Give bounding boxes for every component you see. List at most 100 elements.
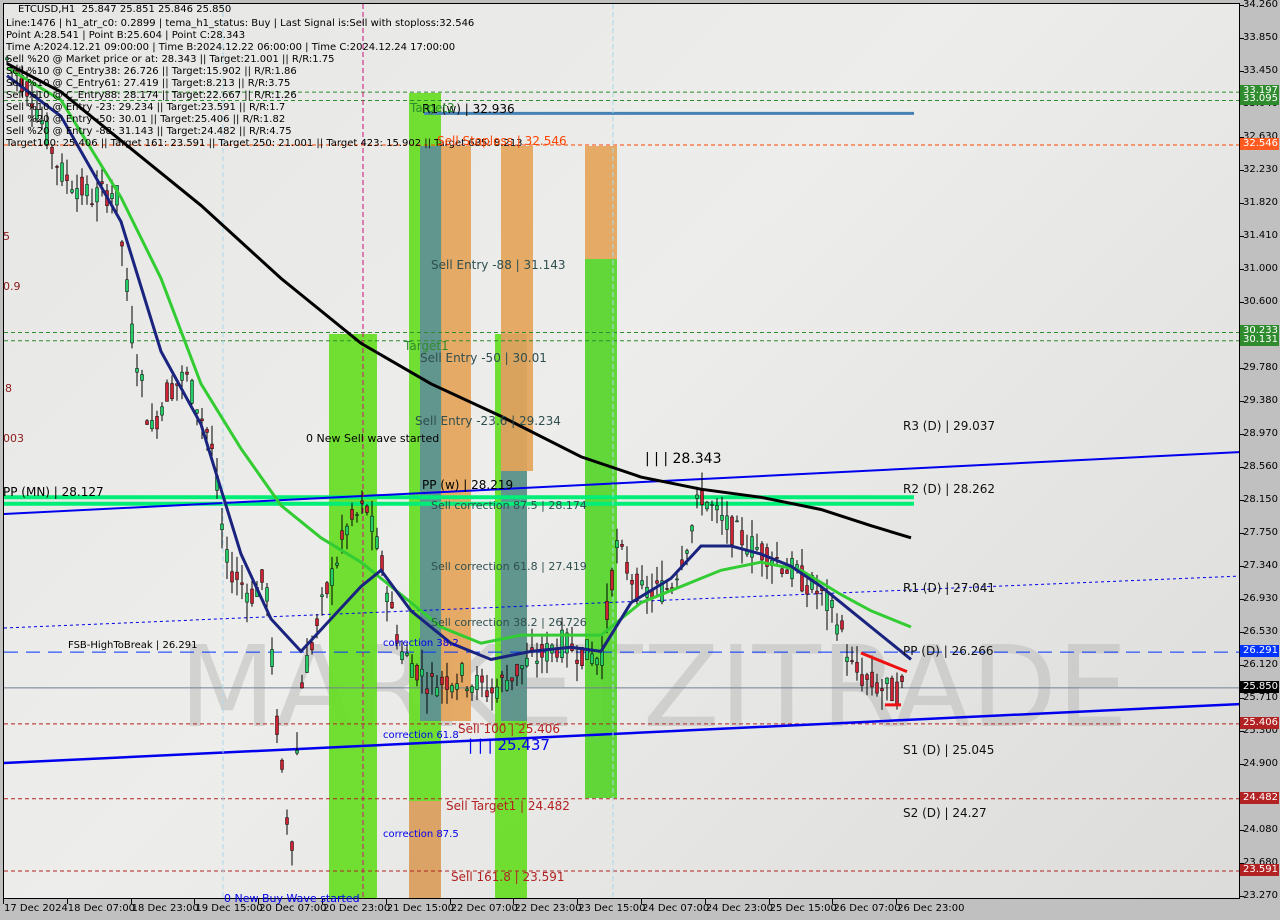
- candle-bull: [845, 656, 849, 662]
- signal-zone-bar: [585, 259, 617, 798]
- candle-bull: [410, 663, 414, 678]
- candle-bull: [475, 675, 479, 690]
- candle-bull: [220, 523, 224, 531]
- candle-bear: [780, 568, 784, 574]
- candle-bull: [460, 663, 464, 676]
- candle-bull: [505, 679, 509, 691]
- time-tick-label: 18 Dec 07:00: [67, 903, 136, 914]
- time-tick-label: 24 Dec 07:00: [642, 903, 710, 914]
- candle-bear: [630, 580, 634, 585]
- candle-bear: [365, 505, 369, 513]
- time-tick-label: 22 Dec 23:00: [514, 903, 582, 914]
- candle-bull: [400, 651, 404, 660]
- correction-61-label: correction 61.8: [383, 730, 459, 741]
- candle-bull: [750, 536, 754, 558]
- candle-bull: [755, 547, 759, 550]
- candle-bear: [235, 571, 239, 580]
- price-tick-label: 25.710: [1243, 692, 1278, 704]
- candle-bear: [625, 562, 629, 574]
- candle-bear: [445, 676, 449, 690]
- time-tick-label: 24 Dec 23:00: [705, 903, 774, 914]
- sell-stoploss-label: Sell Stoploss | 32.546: [437, 133, 567, 148]
- price-badge: 32.546: [1240, 137, 1279, 150]
- candle-bear: [775, 557, 779, 559]
- candle-bear: [430, 673, 434, 677]
- candle-bull: [305, 655, 309, 673]
- daily-pivot-label: R2 (D) | 28.262: [903, 482, 996, 497]
- candle-bear: [610, 570, 614, 591]
- candle-bull: [95, 187, 99, 203]
- time-tick-label: 25 Dec 15:00: [769, 903, 837, 914]
- price-tick-label: 26.530: [1243, 625, 1278, 637]
- new-sell-wave-label: 0 New Sell wave started: [306, 432, 440, 445]
- signal-zone-bar: [585, 146, 617, 259]
- price-tick-label: 28.150: [1243, 494, 1278, 506]
- candle-bear: [655, 580, 659, 584]
- price-tick-label: 24.900: [1243, 757, 1278, 769]
- price-tick-label: 24.080: [1243, 824, 1278, 836]
- candle-bull: [640, 580, 644, 586]
- signal-zone-bar: [409, 801, 441, 898]
- candle-bear: [485, 690, 489, 698]
- daily-pivot-label: S1 (D) | 25.045: [903, 743, 995, 758]
- candle-bear: [390, 602, 394, 609]
- candle-bull: [75, 188, 79, 200]
- candle-bear: [815, 590, 819, 595]
- sell-correction-87-label: Sell correction 87.5 | 28.174: [431, 499, 587, 512]
- candle-bull: [885, 677, 889, 684]
- time-tick-label: 23 Dec 15:00: [578, 903, 646, 914]
- time-tick-label: 26 Dec 07:00: [833, 903, 901, 914]
- candle-bear: [605, 601, 609, 620]
- candle-bear: [90, 203, 94, 205]
- candle-bull: [715, 505, 719, 511]
- candle-bull: [455, 683, 459, 690]
- candle-bull: [470, 686, 474, 693]
- point-b-label: | | | 25.437: [468, 736, 550, 754]
- price-tick-label: 31.410: [1243, 230, 1278, 242]
- signal-zone-bar: [329, 334, 377, 898]
- candle-bull: [110, 193, 114, 199]
- new-buy-wave-label: 0 New Buy Wave started: [224, 892, 360, 905]
- daily-pivot-label: PP (D) | 26.266: [903, 644, 994, 659]
- candle-bull: [270, 649, 274, 667]
- target2-label: Target2: [410, 101, 455, 115]
- price-tick-label: 34.260: [1243, 0, 1278, 10]
- candle-bear: [350, 509, 354, 520]
- candle-bear: [170, 383, 174, 400]
- candle-bear: [480, 675, 484, 683]
- candle-bear: [900, 675, 904, 682]
- candle-bear: [415, 664, 419, 681]
- candle-bull: [690, 525, 694, 532]
- candle-bull: [85, 184, 89, 197]
- candle-bear: [805, 585, 809, 595]
- price-tick-label: 23.270: [1243, 890, 1278, 901]
- fib-label-truncated: 8: [5, 382, 12, 395]
- daily-pivot-label: R3 (D) | 29.037: [903, 419, 996, 434]
- price-tick-label: 31.000: [1243, 263, 1278, 275]
- fib-label-truncated: 5: [3, 230, 10, 243]
- candle-bull: [135, 368, 139, 373]
- candle-bear: [730, 516, 734, 545]
- candle-bull: [835, 624, 839, 635]
- candle-bull: [520, 665, 524, 669]
- candle-bear: [855, 662, 859, 673]
- price-badge: 25.406: [1240, 716, 1279, 729]
- price-tick-label: 27.340: [1243, 560, 1278, 572]
- candle-bull: [180, 371, 184, 381]
- candle-bull: [345, 525, 349, 536]
- candle-bull: [595, 658, 599, 666]
- info-line: Sell %20 @ Market price or at: 28.343 ||…: [6, 54, 335, 65]
- candle-bear: [890, 677, 894, 702]
- candle-bear: [665, 588, 669, 590]
- candle-bear: [840, 620, 844, 630]
- candle-bull: [695, 494, 699, 499]
- candle-bear: [165, 382, 169, 402]
- candle-bear: [55, 166, 59, 168]
- time-tick-label: 18 Dec 23:00: [131, 903, 199, 914]
- candle-bull: [225, 549, 229, 563]
- info-line: Line:1476 | h1_atr_c0: 0.2899 | tema_h1_…: [6, 18, 475, 29]
- candle-bull: [735, 520, 739, 523]
- candle-bear: [310, 642, 314, 651]
- candle-bull: [355, 514, 359, 516]
- candle-bull: [330, 568, 334, 586]
